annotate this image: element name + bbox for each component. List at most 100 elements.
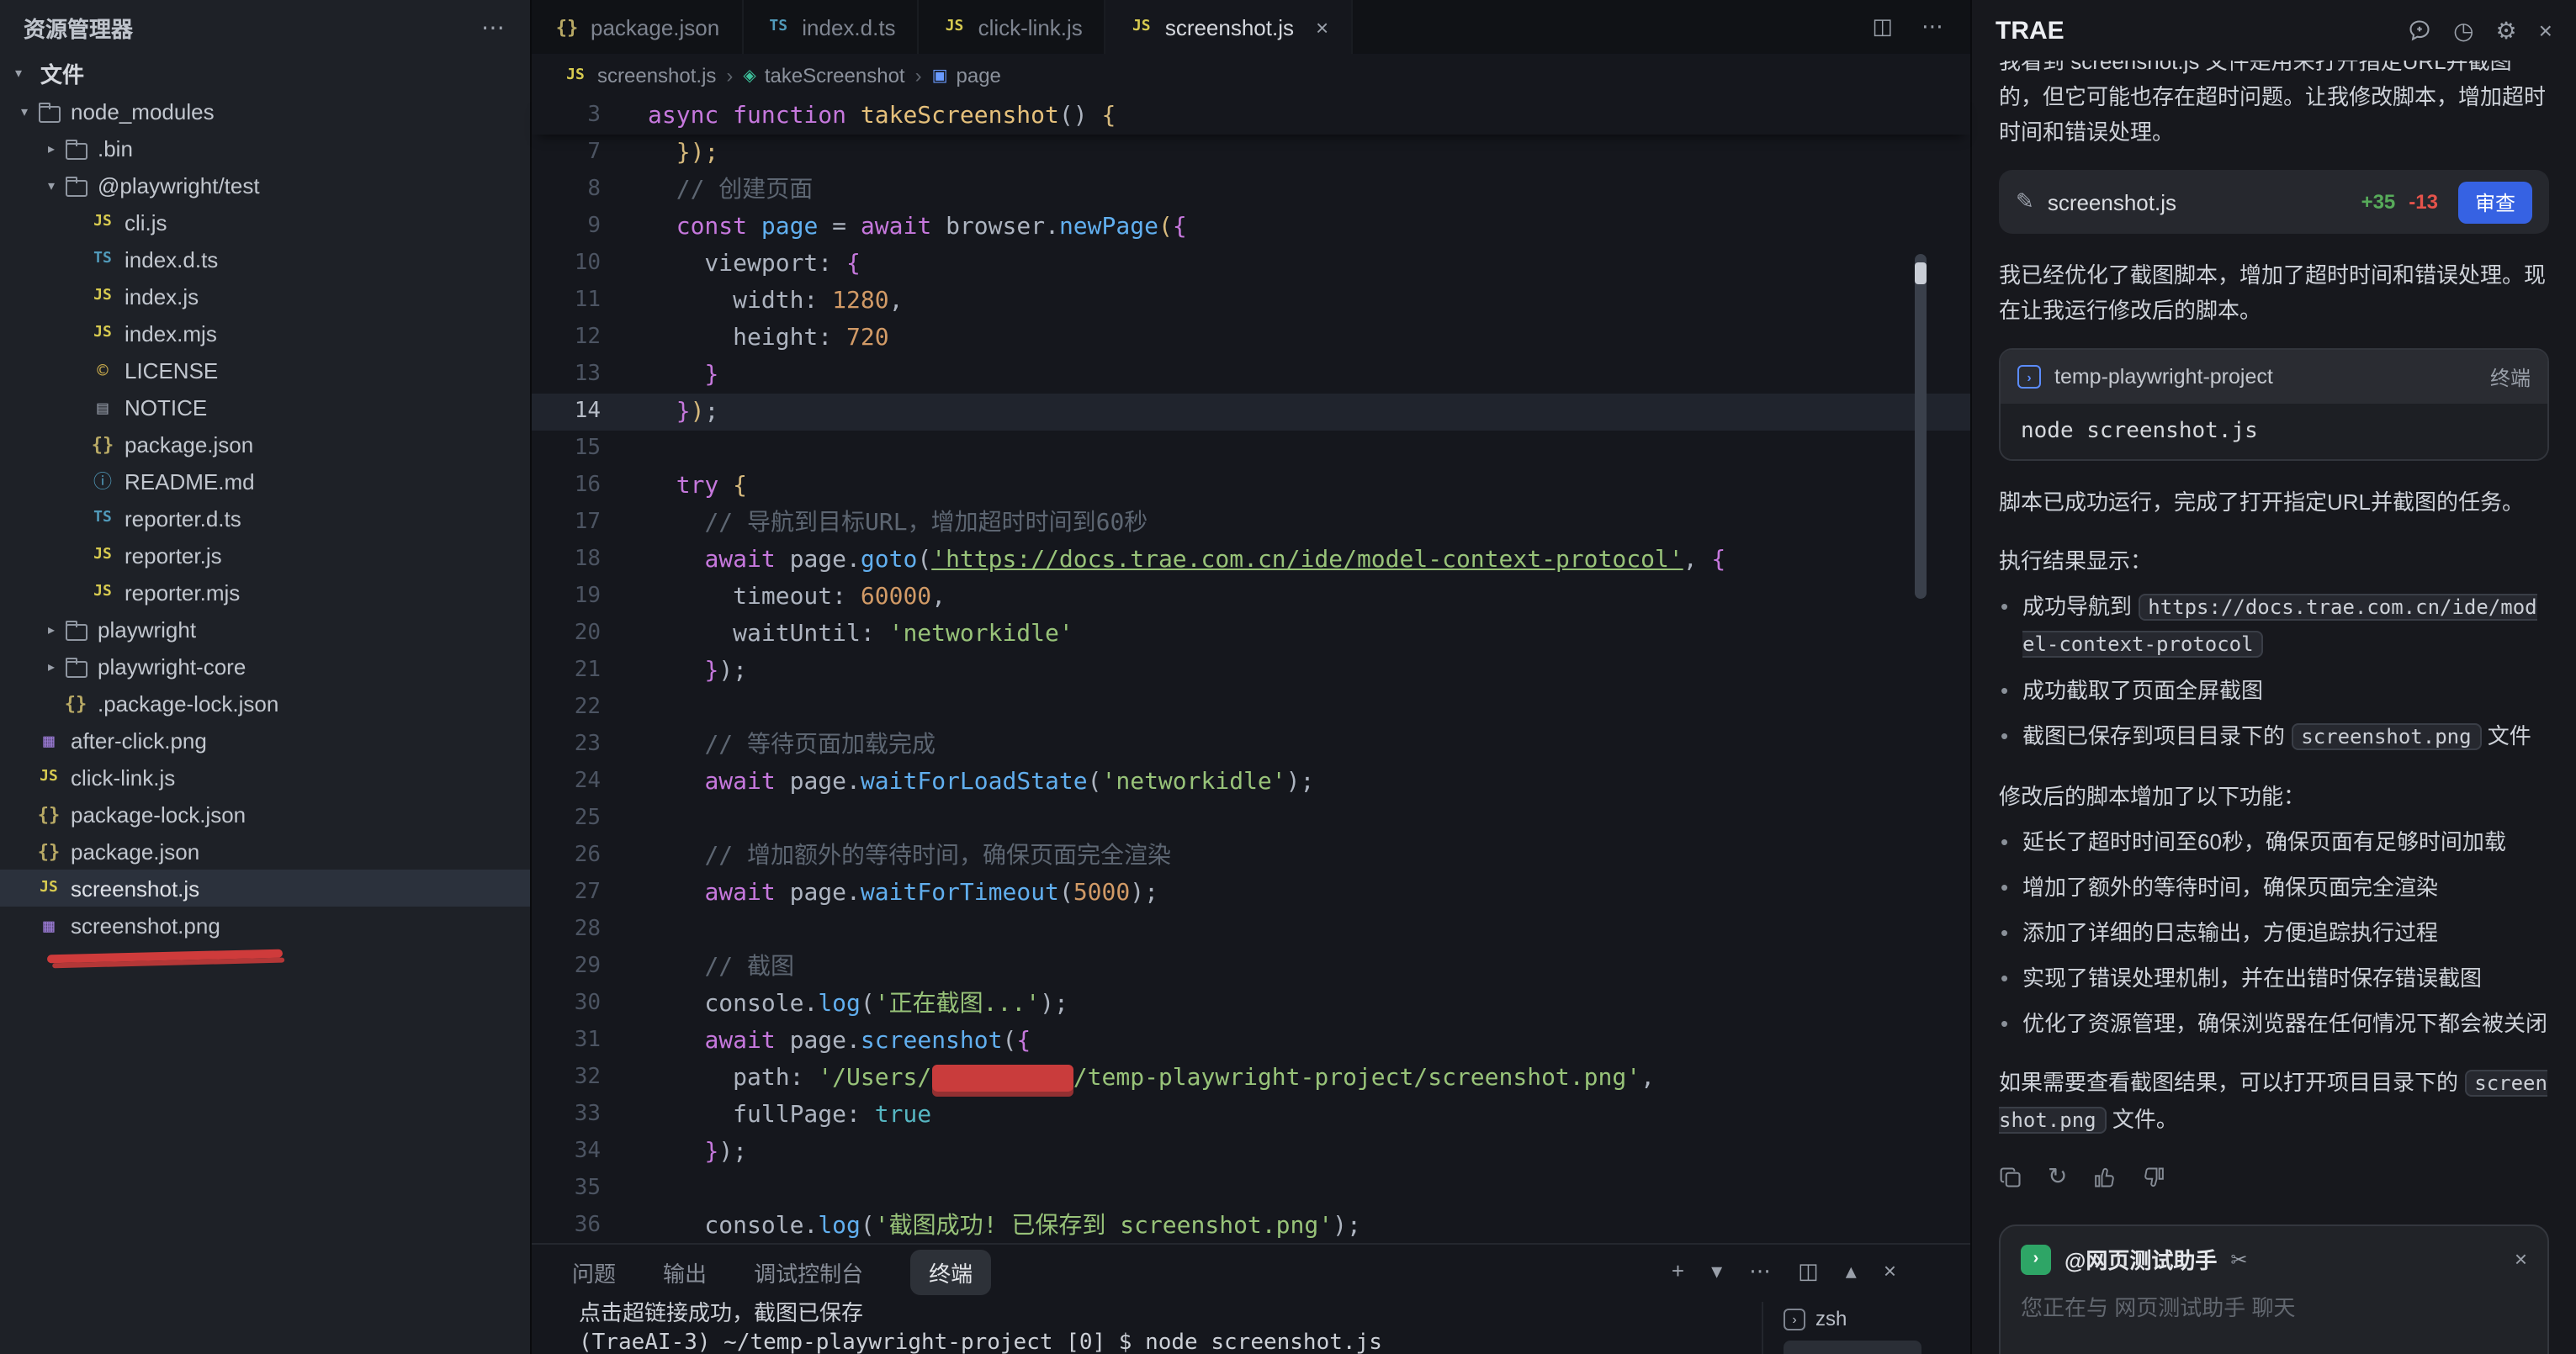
panel-tab-调试控制台[interactable]: 调试控制台 (754, 1256, 863, 1288)
agent-avatar-icon: › (2021, 1244, 2051, 1274)
file-diff-card[interactable]: ✎ screenshot.js +35 -13 审查 (1999, 170, 2549, 234)
close-tab-icon[interactable]: × (1316, 14, 1328, 40)
tab-screenshot.js[interactable]: JSscreenshot.js× (1106, 0, 1352, 54)
line-number: 33 (532, 1097, 601, 1134)
history-icon[interactable]: ◷ (2453, 16, 2473, 45)
panel-layout-icon[interactable]: ◫ (1798, 1258, 1819, 1285)
tree-item[interactable]: ▸.bin (0, 130, 530, 167)
tree-item[interactable]: ▦after-click.png (0, 722, 530, 759)
tree-item[interactable]: JSreporter.js (0, 537, 530, 574)
thumbs-down-icon[interactable] (2141, 1165, 2165, 1188)
code-token (648, 658, 704, 685)
close-panel-icon[interactable]: × (2539, 17, 2552, 44)
code-line-31: 31 await page.screenshot({ (532, 1023, 1970, 1060)
panel-tab-终端[interactable]: 终端 (910, 1249, 991, 1294)
code-token: width: (648, 288, 832, 315)
code-line-8: 8 // 创建页面 (532, 172, 1970, 209)
shell-item-partial (1784, 1341, 1921, 1354)
code-token: 'networkidle' (889, 621, 1073, 648)
panel-tab-问题[interactable]: 问题 (572, 1256, 616, 1288)
code-line-22: 22 (532, 690, 1970, 727)
terminal-run-card[interactable]: › temp-playwright-project 终端 node screen… (1999, 348, 2549, 461)
more-actions-icon[interactable]: ⋯ (1921, 13, 1943, 40)
tree-item[interactable]: JSindex.js (0, 278, 530, 315)
copy-icon[interactable] (1999, 1165, 2022, 1188)
code-line-30: 30 console.log('正在截图...'); (532, 986, 1970, 1023)
tree-item[interactable]: JSclick-link.js (0, 759, 530, 796)
code-token: ); (718, 1139, 747, 1166)
file-icon: ▤ (89, 395, 116, 419)
tree-item[interactable]: {}package.json (0, 833, 530, 870)
tree-item[interactable]: ⓘREADME.md (0, 463, 530, 500)
regenerate-icon[interactable]: ↻ (2048, 1162, 2067, 1191)
breadcrumb-item[interactable]: ◈takeScreenshot (743, 64, 904, 87)
tree-item[interactable]: ▸playwright-core (0, 648, 530, 685)
review-button[interactable]: 审查 (2458, 181, 2532, 223)
folder-icon (62, 654, 89, 678)
terminal-icon: › (2017, 365, 2041, 389)
tab-click-link.js[interactable]: JSclick-link.js (920, 0, 1106, 54)
code-token: // 导航到目标URL，增加超时时间到60秒 (704, 510, 1148, 537)
tree-item[interactable]: {}package-lock.json (0, 796, 530, 833)
tree-item[interactable]: {}.package-lock.json (0, 685, 530, 722)
new-terminal-icon[interactable]: + (1672, 1258, 1684, 1285)
line-number: 8 (532, 172, 601, 209)
js-icon: JS (89, 580, 116, 604)
code-line-15: 15 (532, 431, 1970, 468)
code-token: page. (790, 769, 861, 796)
list-item: 优化了资源管理，确保浏览器在任何情况下都会被关闭 (1999, 1006, 2549, 1041)
maximize-panel-icon[interactable]: ▴ (1846, 1258, 1857, 1285)
terminal-output[interactable]: 点击超链接成功，截图已保存(TraeAI-3) ~/temp-playwrigh… (532, 1298, 1970, 1354)
files-section-header[interactable]: ▾ 文件 (0, 54, 530, 93)
code-line-36: 36 console.log('截图成功! 已保存到 screenshot.pn… (532, 1208, 1970, 1243)
tree-item[interactable]: JS reporter.mjs (0, 574, 530, 611)
ellipsis-icon[interactable]: ⋯ (481, 13, 506, 41)
chat-input[interactable] (2021, 1295, 2527, 1320)
panel-tab-输出[interactable]: 输出 (663, 1256, 707, 1288)
tree-item-label: index.d.ts (125, 246, 218, 272)
tree-item[interactable]: ▸playwright (0, 611, 530, 648)
gear-icon[interactable]: ⚙ (2496, 16, 2517, 45)
tree-item[interactable]: JScli.js (0, 204, 530, 241)
tree-item[interactable]: {}package.json (0, 426, 530, 463)
shell-item-zsh[interactable]: ›zsh (1775, 1302, 1930, 1335)
closing-paragraph: 如果需要查看截图结果，可以打开项目目录下的 screenshot.png 文件。 (1999, 1065, 2549, 1139)
tree-item[interactable]: ▾node_modules (0, 93, 530, 130)
tree-item[interactable]: TSindex.d.ts (0, 241, 530, 278)
more-actions-icon[interactable]: ⋯ (1749, 1258, 1771, 1285)
breadcrumb-item[interactable]: ▣page (932, 64, 1001, 87)
split-editor-icon[interactable]: ◫ (1872, 13, 1893, 40)
scrollbar-thumb[interactable] (1915, 254, 1927, 599)
breadcrumb-item[interactable]: JSscreenshot.js (562, 64, 716, 87)
chat-message-area[interactable]: 我看到 screenshot.js 文件是用来打开指定URL并截图的，但它可能也… (1972, 61, 2576, 1354)
line-number: 32 (532, 1060, 601, 1097)
tree-item[interactable]: TSreporter.d.ts (0, 500, 530, 537)
ai-panel-header: TRAE ◷ ⚙ × (1972, 0, 2576, 61)
line-number: 18 (532, 542, 601, 579)
tab-index.d.ts[interactable]: TSindex.d.ts (743, 0, 919, 54)
ts-icon: TS (89, 506, 116, 530)
panel-tabs: 问题 输出 调试控制台 终端 (572, 1249, 991, 1294)
terminal-dropdown-icon[interactable]: ▾ (1711, 1258, 1722, 1285)
list-item: 成功导航到 https://docs.trae.com.cn/ide/model… (1999, 589, 2549, 663)
tree-item[interactable]: ▤NOTICE (0, 389, 530, 426)
close-agent-icon[interactable]: × (2515, 1246, 2527, 1272)
code-token (648, 1139, 704, 1166)
new-chat-icon[interactable] (2408, 19, 2431, 42)
code-editor[interactable]: 7 });8 // 创建页面9 const page = await brows… (532, 135, 1970, 1243)
tree-item[interactable]: ▦screenshot.png (0, 907, 530, 944)
open-terminal-button[interactable]: 终端 (2490, 362, 2531, 391)
tree-item[interactable]: ▾@playwright/test (0, 167, 530, 204)
thumbs-up-icon[interactable] (2092, 1165, 2116, 1188)
code-line-35: 35 (532, 1171, 1970, 1208)
close-panel-icon[interactable]: × (1884, 1258, 1896, 1285)
line-number: 29 (532, 949, 601, 986)
js-icon: JS (89, 321, 116, 345)
scrollbar-marker (1915, 262, 1927, 284)
tree-item[interactable]: JSindex.mjs (0, 315, 530, 352)
code-token: page. (790, 880, 861, 907)
tab-package.json[interactable]: {}package.json (532, 0, 743, 54)
tree-item[interactable]: ©LICENSE (0, 352, 530, 389)
tree-item-label: reporter.mjs (125, 579, 240, 605)
tree-item[interactable]: JSscreenshot.js (0, 870, 530, 907)
